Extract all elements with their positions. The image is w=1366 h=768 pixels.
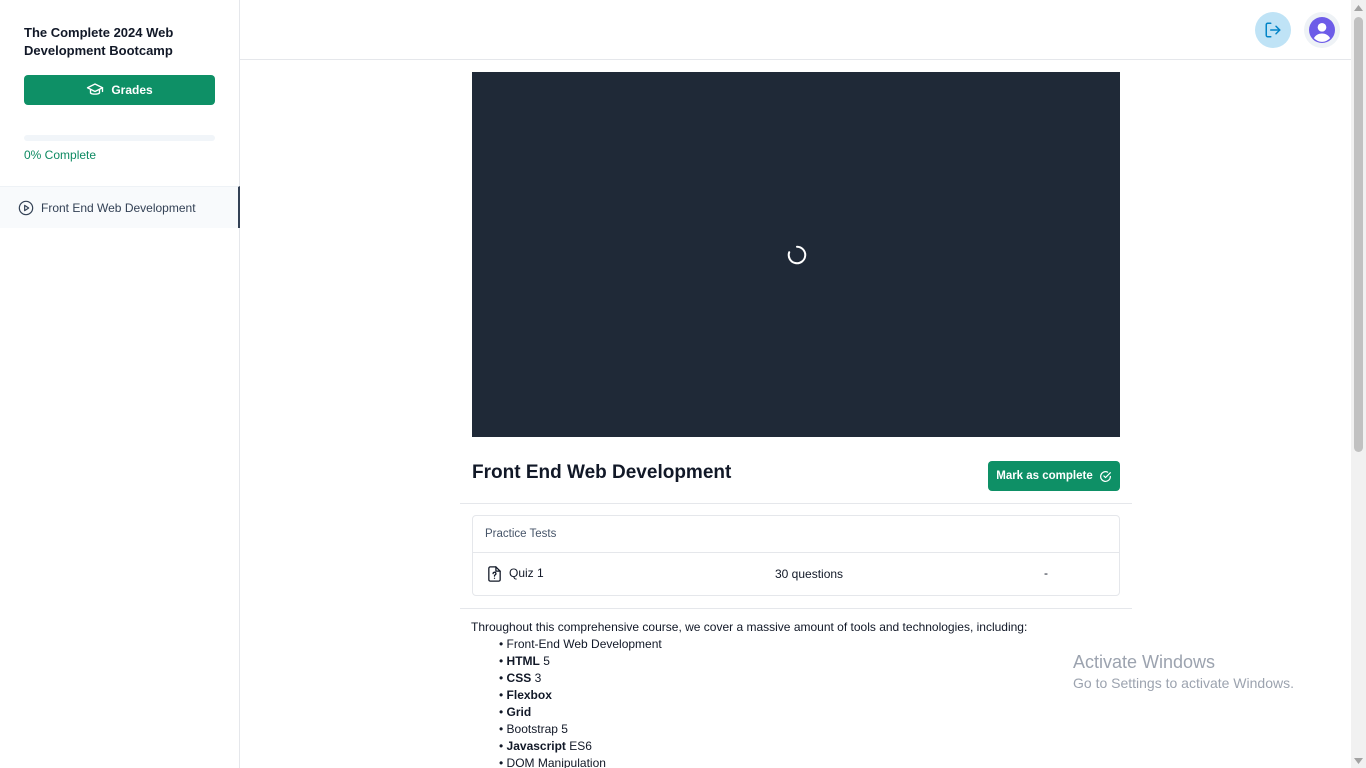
section-divider <box>460 608 1132 609</box>
check-circle-icon <box>1099 470 1111 482</box>
list-item: CSS 3 <box>499 670 1091 687</box>
page-scrollbar[interactable] <box>1351 0 1366 768</box>
logout-icon <box>1265 22 1281 38</box>
list-item-text: Front-End Web Development <box>506 637 662 651</box>
description-intro: Throughout this comprehensive course, we… <box>471 620 1028 634</box>
course-progress-bar <box>24 135 215 141</box>
quiz-name[interactable]: Quiz 1 <box>509 566 544 580</box>
user-avatar-button[interactable] <box>1304 12 1340 48</box>
list-item-bold: Flexbox <box>506 688 552 702</box>
scroll-down-arrow-icon[interactable] <box>1351 753 1366 768</box>
list-item-bold: CSS <box>506 671 532 685</box>
list-item-bold: Grid <box>506 705 532 719</box>
quiz-file-icon <box>488 566 501 582</box>
grades-label: Grades <box>111 83 153 97</box>
list-item-text: Bootstrap 5 <box>506 722 568 736</box>
sidebar-item-label: Front End Web Development <box>41 200 196 215</box>
section-divider <box>460 503 1132 504</box>
grades-button[interactable]: Grades <box>24 75 215 105</box>
list-item-text: DOM Manipulation <box>506 756 606 768</box>
quiz-score: - <box>1044 566 1048 580</box>
list-item-bold: Javascript <box>506 739 566 753</box>
chapter-description: Throughout this comprehensive course, we… <box>471 619 1091 768</box>
technology-list: Front-End Web DevelopmentHTML 5CSS 3Flex… <box>471 636 1091 768</box>
scroll-up-arrow-icon[interactable] <box>1351 0 1366 15</box>
course-progress-text: 0% Complete <box>24 148 97 162</box>
list-item-text: 3 <box>531 671 542 685</box>
list-item: Bootstrap 5 <box>499 721 1091 738</box>
list-item: HTML 5 <box>499 653 1091 670</box>
scrollbar-thumb[interactable] <box>1354 17 1363 452</box>
sidebar-item-front-end-web-development[interactable]: Front End Web Development <box>0 186 240 228</box>
list-item: Grid <box>499 704 1091 721</box>
practice-tests-table: Practice Tests Quiz 1 30 questions - <box>472 515 1120 596</box>
mark-as-complete-button[interactable]: Mark as complete <box>988 461 1120 491</box>
table-row[interactable]: Quiz 1 30 questions - <box>473 553 1119 596</box>
top-header <box>240 0 1351 60</box>
loading-spinner-icon <box>787 245 807 265</box>
course-title: The Complete 2024 Web Development Bootca… <box>24 25 174 58</box>
mark-as-complete-label: Mark as complete <box>996 470 1093 482</box>
list-item: Front-End Web Development <box>499 636 1091 653</box>
list-item: DOM Manipulation <box>499 755 1091 768</box>
practice-tests-heading: Practice Tests <box>473 516 1119 553</box>
video-player[interactable] <box>472 72 1120 437</box>
windows-activation-watermark: Activate Windows Go to Settings to activ… <box>1073 652 1294 691</box>
chapter-title: Front End Web Development <box>472 462 732 483</box>
logout-button[interactable] <box>1255 12 1291 48</box>
watermark-title: Activate Windows <box>1073 652 1216 672</box>
list-item: Flexbox <box>499 687 1091 704</box>
list-item-text: 5 <box>539 654 550 668</box>
graduation-cap-icon <box>87 83 104 95</box>
play-circle-icon <box>18 200 34 215</box>
list-item: Javascript ES6 <box>499 738 1091 755</box>
list-item-text: ES6 <box>565 739 592 753</box>
quiz-question-count: 30 questions <box>775 567 844 581</box>
watermark-subtitle: Go to Settings to activate Windows. <box>1073 675 1294 691</box>
course-sidebar: The Complete 2024 Web Development Bootca… <box>0 0 240 768</box>
user-avatar-icon <box>1309 17 1335 43</box>
list-item-bold: HTML <box>506 654 540 668</box>
